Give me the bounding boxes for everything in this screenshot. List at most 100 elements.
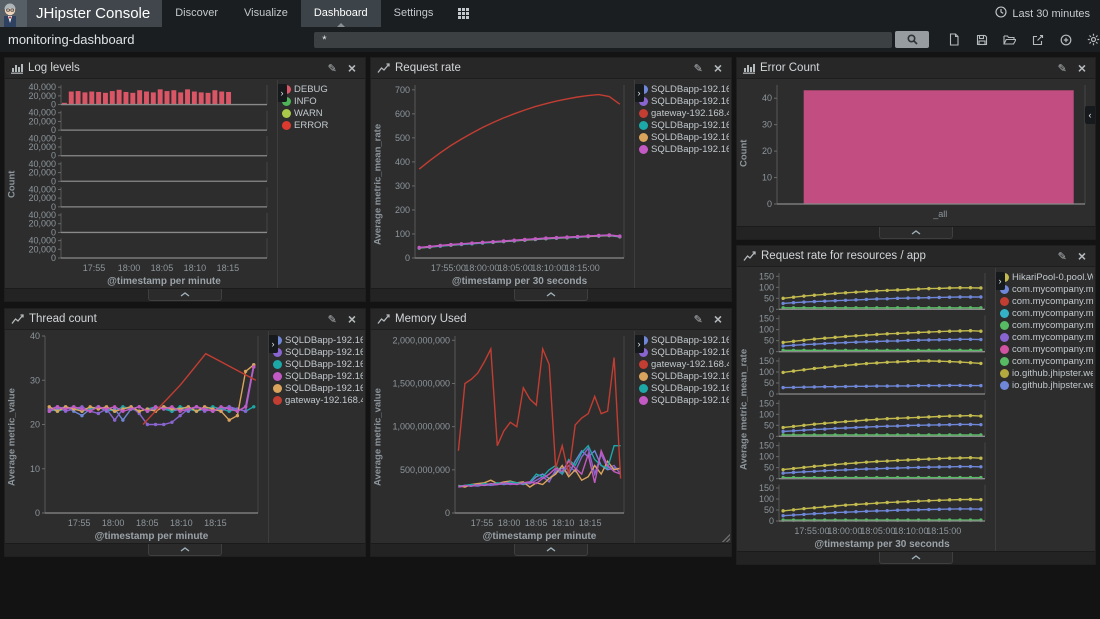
legend-item[interactable]: SQLDBapp-192.168.4... — [639, 395, 729, 406]
svg-text:18:10: 18:10 — [552, 518, 575, 528]
legend-label: SQLDBapp-192.168.4... — [651, 371, 729, 382]
legend-swatch — [639, 145, 648, 154]
edit-panel-button[interactable]: ✎ — [325, 62, 340, 75]
panel-title: Request rate — [395, 62, 686, 74]
collapse-panel-button[interactable] — [514, 289, 588, 301]
open-dashboard-icon[interactable] — [1003, 33, 1016, 46]
nav-dashboard[interactable]: Dashboard — [301, 0, 381, 27]
legend-item[interactable]: SQLDBapp-192.168.4... — [273, 383, 363, 394]
collapse-panel-button[interactable] — [148, 544, 222, 556]
remove-panel-button[interactable]: × — [345, 314, 359, 325]
legend-item[interactable]: WARN — [282, 108, 363, 119]
legend-item[interactable]: SQLDBapp-192.168.4... — [273, 335, 363, 346]
svg-text:150: 150 — [759, 483, 774, 493]
legend-item[interactable]: SQLDBapp-192.168.4... — [639, 132, 729, 143]
legend-label: gateway-192.168.43.8:... — [651, 359, 729, 370]
svg-text:18:15: 18:15 — [579, 518, 602, 528]
legend-toggle[interactable]: › — [268, 335, 278, 353]
legend-toggle-collapsed[interactable]: ‹ — [1085, 106, 1095, 124]
new-dashboard-icon[interactable] — [947, 33, 960, 46]
remove-panel-button[interactable]: × — [345, 63, 359, 74]
panel-request-rate: Request rate ✎ × Average metric_mean_rat… — [370, 57, 732, 302]
legend-item[interactable]: com.mycompany.myap... — [1000, 320, 1093, 331]
panel-body: Count 40,00020,000040,00020,000040,00020… — [5, 80, 365, 288]
edit-panel-button[interactable]: ✎ — [1055, 62, 1070, 75]
app-title[interactable]: JHipster Console — [27, 0, 162, 27]
legend-toggle[interactable]: › — [634, 335, 644, 353]
legend-item[interactable]: SQLDBapp-192.168.4... — [639, 371, 729, 382]
legend-item[interactable]: com.mycompany.myap... — [1000, 344, 1093, 355]
edit-panel-button[interactable]: ✎ — [691, 62, 706, 75]
legend-item[interactable]: SQLDBapp-192.168.4... — [639, 84, 729, 95]
panel-title: Request rate for resources / app — [761, 250, 1050, 262]
collapse-panel-button[interactable] — [148, 289, 222, 301]
share-dashboard-icon[interactable] — [1031, 33, 1044, 46]
apps-grid-icon[interactable] — [446, 0, 481, 27]
time-range-picker[interactable]: Last 30 minutes — [985, 0, 1100, 27]
legend-item[interactable]: SQLDBapp-192.168.4... — [639, 96, 729, 107]
legend-item[interactable]: DEBUG — [282, 84, 363, 95]
legend-toggle[interactable]: › — [634, 84, 644, 102]
legend-item[interactable]: com.mycompany.myap... — [1000, 296, 1093, 307]
legend-item[interactable]: gateway-192.168.43.8:... — [639, 108, 729, 119]
collapse-panel-button[interactable] — [879, 227, 953, 239]
legend-item[interactable]: gateway-192.168.43.8:... — [273, 395, 363, 406]
collapse-panel-button[interactable] — [514, 544, 588, 556]
legend-item[interactable]: SQLDBapp-192.168.4... — [273, 371, 363, 382]
remove-panel-button[interactable]: × — [711, 314, 725, 325]
svg-text:18:15:00: 18:15:00 — [565, 263, 600, 273]
legend-item[interactable]: com.mycompany.myap... — [1000, 332, 1093, 343]
legend-item[interactable]: SQLDBapp-192.168.4... — [639, 120, 729, 131]
add-visualization-icon[interactable] — [1059, 33, 1072, 46]
legend-label: SQLDBapp-192.168.4... — [285, 383, 363, 394]
legend-item[interactable]: SQLDBapp-192.168.4... — [273, 347, 363, 358]
legend-label: WARN — [294, 108, 323, 119]
legend-item[interactable]: SQLDBapp-192.168.4... — [273, 359, 363, 370]
legend-toggle[interactable]: › — [995, 272, 1005, 290]
remove-panel-button[interactable]: × — [1075, 251, 1089, 262]
legend-item[interactable]: io.github.jhipster.web.r... — [1000, 380, 1093, 391]
legend-item[interactable]: SQLDBapp-192.168.4... — [639, 347, 729, 358]
nav-discover[interactable]: Discover — [162, 0, 231, 27]
svg-text:100: 100 — [759, 325, 774, 335]
legend-item[interactable]: INFO — [282, 96, 363, 107]
legend-item[interactable]: gateway-192.168.43.8:... — [639, 359, 729, 370]
save-dashboard-icon[interactable] — [975, 33, 988, 46]
nav-settings-label: Settings — [394, 7, 434, 19]
legend-item[interactable]: ERROR — [282, 120, 363, 131]
edit-panel-button[interactable]: ✎ — [691, 313, 706, 326]
remove-panel-button[interactable]: × — [711, 63, 725, 74]
search-button[interactable] — [895, 31, 929, 48]
svg-text:0: 0 — [445, 508, 450, 518]
legend-swatch — [1000, 321, 1009, 330]
panel-body: Average metric_value 40302010017:5518:00… — [5, 331, 365, 543]
main-menu: Discover Visualize Dashboard Settings — [162, 0, 481, 27]
legend-item[interactable]: io.github.jhipster.web.r... — [1000, 368, 1093, 379]
legend-item[interactable]: com.mycompany.myap... — [1000, 356, 1093, 367]
legend-swatch — [1000, 297, 1009, 306]
edit-panel-button[interactable]: ✎ — [1055, 250, 1070, 263]
svg-text:1,500,000,000: 1,500,000,000 — [392, 378, 450, 388]
svg-text:40: 40 — [30, 331, 40, 341]
legend-swatch — [273, 372, 282, 381]
y-axis-label: Average metric_value — [5, 331, 19, 543]
legend-label: gateway-192.168.43.8:... — [285, 395, 363, 406]
legend-item[interactable]: com.mycompany.myap... — [1000, 284, 1093, 295]
legend-item[interactable]: SQLDBapp-192.168.4... — [639, 383, 729, 394]
legend-item[interactable]: SQLDBapp-192.168.4... — [639, 144, 729, 155]
svg-text:@timestamp per minute: @timestamp per minute — [95, 531, 209, 542]
edit-panel-button[interactable]: ✎ — [325, 313, 340, 326]
dashboard-options-icon[interactable] — [1087, 33, 1100, 46]
remove-panel-button[interactable]: × — [1075, 63, 1089, 74]
legend-item[interactable]: com.mycompany.myap... — [1000, 308, 1093, 319]
query-input[interactable] — [314, 32, 892, 48]
legend-item[interactable]: HikariPool-0.pool.Wait — [1000, 272, 1093, 283]
resize-handle[interactable] — [722, 534, 730, 542]
nav-settings[interactable]: Settings — [381, 0, 447, 27]
nav-visualize[interactable]: Visualize — [231, 0, 301, 27]
legend-toggle[interactable]: › — [277, 84, 287, 102]
collapse-panel-button[interactable] — [879, 552, 953, 564]
legend-label: com.mycompany.myap... — [1012, 332, 1093, 343]
legend-item[interactable]: SQLDBapp-192.168.4... — [639, 335, 729, 346]
legend-swatch — [1000, 369, 1009, 378]
